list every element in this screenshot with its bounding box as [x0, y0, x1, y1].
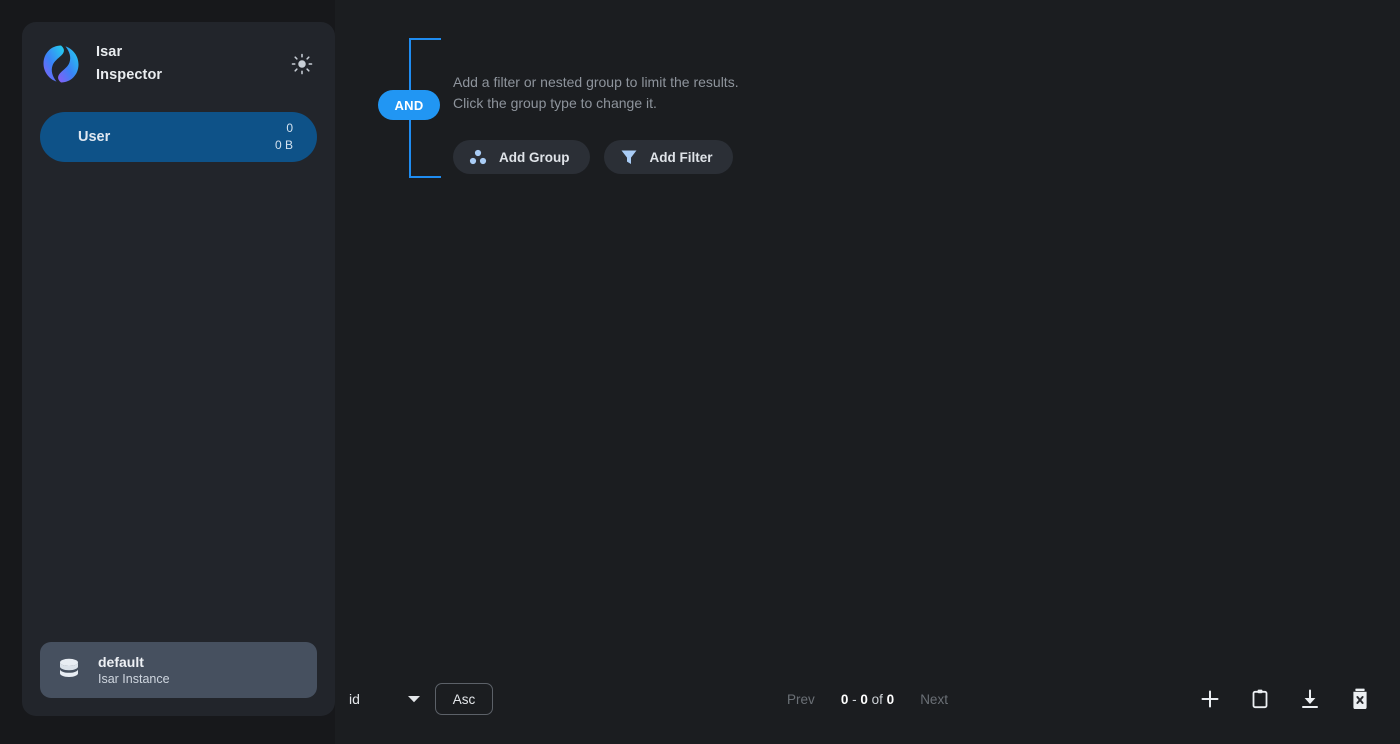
collection-count: 0	[286, 121, 293, 135]
range-total: 0	[886, 691, 895, 707]
filter-hint-line-1: Add a filter or nested group to limit th…	[453, 74, 739, 90]
prev-page-button[interactable]: Prev	[787, 692, 815, 707]
export-button[interactable]	[1296, 685, 1324, 713]
database-icon	[58, 657, 80, 683]
instance-name: default	[98, 653, 144, 670]
filter-actions: Add Group Add Filter	[453, 140, 739, 174]
range-end: 0	[860, 691, 868, 707]
instance-subtitle: Isar Instance	[98, 671, 170, 686]
add-row-button[interactable]	[1196, 685, 1224, 713]
isar-inspector-window: Isar Inspector User 0 0 B default Isar I…	[0, 0, 1400, 744]
group-type-button[interactable]: AND	[378, 90, 440, 120]
filter-group-bracket: AND	[375, 28, 443, 178]
chevron-down-icon	[407, 694, 421, 704]
sort-field-value: id	[349, 691, 360, 707]
add-filter-label: Add Filter	[649, 149, 713, 165]
sidebar-footer: default Isar Instance	[22, 642, 335, 716]
filter-group-root: AND Add a filter or nested group to limi…	[375, 28, 739, 178]
clear-all-button[interactable]	[1346, 685, 1374, 713]
three-dots-group-icon	[467, 146, 489, 168]
funnel-icon	[618, 146, 640, 168]
pagination-range: 0 - 0 of 0	[841, 692, 894, 707]
range-separator: -	[852, 691, 857, 707]
app-title: Isar Inspector	[96, 41, 287, 87]
collection-list: User 0 0 B	[22, 88, 335, 642]
collection-stats: 0 0 B	[275, 120, 293, 154]
add-group-button[interactable]: Add Group	[453, 140, 590, 174]
main-content: AND Add a filter or nested group to limi…	[335, 0, 1400, 744]
next-page-button[interactable]: Next	[920, 692, 948, 707]
sort-field-select[interactable]: id	[349, 691, 421, 707]
add-filter-button[interactable]: Add Filter	[603, 140, 733, 174]
app-title-line-1: Isar	[96, 44, 123, 60]
app-title-line-2: Inspector	[96, 67, 163, 83]
filter-hint-line-2: Click the group type to change it.	[453, 95, 657, 111]
sun-icon[interactable]	[287, 49, 317, 79]
paste-button[interactable]	[1246, 685, 1274, 713]
add-group-label: Add Group	[499, 149, 570, 165]
range-start: 0	[840, 691, 849, 707]
sidebar: Isar Inspector User 0 0 B default Isar I…	[22, 22, 335, 716]
collection-size: 0 B	[274, 138, 293, 152]
collection-name: User	[78, 129, 111, 145]
bottom-toolbar: id Asc Prev 0 - 0 of 0 Next	[335, 676, 1400, 722]
instance-selector[interactable]: default Isar Instance	[40, 642, 317, 698]
isar-logo-icon	[40, 43, 82, 85]
of-label: of	[871, 691, 883, 707]
filter-group-body: Add a filter or nested group to limit th…	[443, 28, 739, 178]
sidebar-item-user[interactable]: User 0 0 B	[40, 112, 317, 162]
toolbar-actions	[1196, 685, 1374, 713]
sidebar-header: Isar Inspector	[22, 22, 335, 88]
sort-direction-button[interactable]: Asc	[435, 683, 493, 715]
sort-controls: id Asc	[349, 683, 493, 715]
